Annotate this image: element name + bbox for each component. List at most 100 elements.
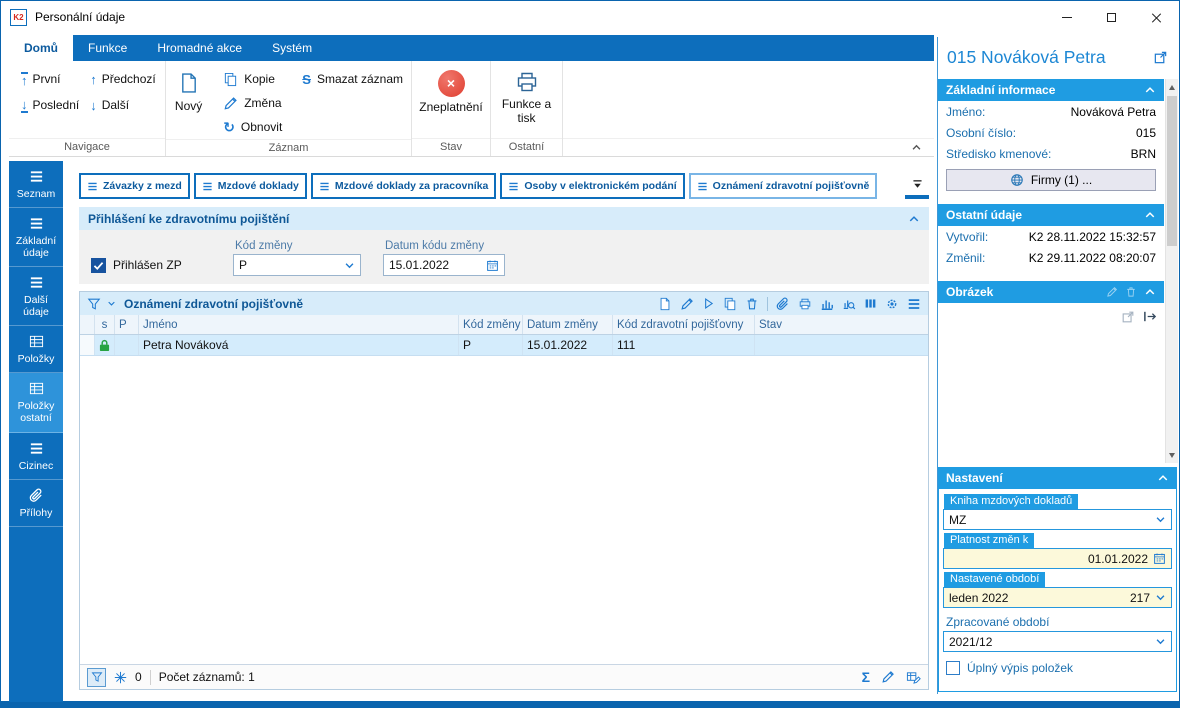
close-icon: [1151, 12, 1162, 23]
first-record-button[interactable]: ↑ První: [18, 67, 82, 91]
field-value: Nováková Petra: [1070, 104, 1156, 119]
chart-icon[interactable]: [820, 297, 834, 311]
next-record-button[interactable]: ↓ Další: [87, 93, 159, 117]
chart-search-icon[interactable]: [842, 297, 856, 311]
last-record-button[interactable]: ↓ Poslední: [18, 93, 82, 117]
toolbar-separator: [767, 296, 768, 311]
panel-scrollbar[interactable]: [1165, 79, 1178, 463]
change-record-button[interactable]: Změna: [219, 91, 286, 115]
settings-title: Nastavení: [946, 471, 1003, 485]
period-value: leden 2022: [949, 590, 1009, 605]
collapse-ribbon-button[interactable]: [911, 142, 922, 153]
record-count-label: Počet záznamů: 1: [158, 670, 255, 684]
column-header-p[interactable]: P: [115, 315, 139, 334]
new-row-icon[interactable]: [658, 297, 672, 311]
sum-icon[interactable]: Σ: [862, 670, 870, 684]
ribbon-tab-funkce[interactable]: Funkce: [73, 35, 142, 61]
processed-period-value: 2021/12: [949, 634, 993, 649]
invalidate-button[interactable]: × Zneplatnění: [419, 67, 483, 138]
collapse-section-button[interactable]: [1144, 209, 1156, 221]
field-row: Změnil: K2 29.11.2022 08:20:07: [938, 247, 1164, 268]
delete-record-icon: S: [302, 71, 311, 87]
scroll-up-arrow[interactable]: [1166, 80, 1178, 94]
copy-record-button[interactable]: Kopie: [219, 67, 286, 91]
run-icon[interactable]: [702, 297, 715, 310]
column-header-datum-zmeny[interactable]: Datum změny: [523, 315, 613, 334]
kod-zmeny-value: P: [239, 258, 248, 272]
sidebar-item-label: Položky: [17, 353, 55, 366]
sidebar-item-prilohy[interactable]: Přílohy: [9, 480, 63, 527]
row-selector[interactable]: [80, 335, 95, 355]
previous-record-button[interactable]: ↑ Předchozí: [87, 67, 159, 91]
column-header-kod-zmeny[interactable]: Kód změny: [459, 315, 523, 334]
columns-icon[interactable]: [864, 297, 877, 310]
functions-print-button[interactable]: Funkce a tisk: [498, 67, 556, 138]
datum-kodu-zmeny-input[interactable]: 15.01.2022: [383, 254, 505, 276]
sidebar-item-dalsi-udaje[interactable]: Další údaje: [9, 267, 63, 327]
firms-button[interactable]: Firmy (1) ...: [946, 169, 1156, 191]
edit-icon[interactable]: [881, 670, 895, 684]
collapse-section-button[interactable]: [1144, 84, 1156, 96]
left-sidebar: Seznam Základní údaje Další údaje Položk…: [9, 161, 63, 702]
book-select[interactable]: MZ: [943, 509, 1172, 530]
ribbon-tab-domu[interactable]: Domů: [9, 35, 73, 61]
validity-date-input[interactable]: 01.01.2022: [943, 548, 1172, 569]
table-row[interactable]: Petra Nováková P 15.01.2022 111: [80, 335, 928, 356]
maximize-button[interactable]: [1089, 1, 1134, 33]
period-select[interactable]: leden 2022 217: [943, 587, 1172, 608]
fit-picture-icon[interactable]: [1143, 309, 1158, 324]
sidebar-item-seznam[interactable]: Seznam: [9, 161, 63, 209]
conditions-icon[interactable]: [114, 671, 127, 684]
sidebar-item-polozky[interactable]: Položky: [9, 326, 63, 374]
attachment-icon[interactable]: [776, 297, 790, 311]
delete-row-icon[interactable]: [745, 297, 759, 311]
sidebar-item-cizinec[interactable]: Cizinec: [9, 433, 63, 480]
sidebar-item-zakladni-udaje[interactable]: Základní údaje: [9, 208, 63, 268]
open-picture-icon[interactable]: [1121, 310, 1135, 324]
window-title: Personální údaje: [35, 10, 126, 24]
filter-icon: [91, 671, 103, 683]
prihlasen-zp-checkbox[interactable]: [91, 257, 106, 273]
settings-gear-icon[interactable]: [885, 297, 899, 311]
scroll-down-arrow[interactable]: [1166, 448, 1178, 462]
collapse-section-button[interactable]: [908, 213, 920, 225]
datum-kodu-zmeny-label: Datum kódu změny: [385, 240, 485, 252]
filter-icon[interactable]: [87, 297, 101, 311]
sidebar-item-label: Seznam: [16, 188, 56, 200]
ribbon-tab-hromadne-akce[interactable]: Hromadné akce: [142, 35, 257, 61]
remove-picture-icon[interactable]: [1125, 286, 1137, 298]
processed-period-select[interactable]: 2021/12: [943, 631, 1172, 652]
edit-row-icon[interactable]: [680, 297, 694, 311]
full-list-checkbox[interactable]: [946, 661, 960, 675]
column-header-kod-pojistovny[interactable]: Kód zdravotní pojišťovny: [613, 315, 755, 334]
kod-zmeny-select[interactable]: P: [233, 254, 361, 276]
scrollbar-thumb[interactable]: [1167, 96, 1177, 246]
tab-osoby-v-elektronickem-podani[interactable]: Osoby v elektronickém podání: [500, 173, 685, 199]
tab-mzdove-doklady[interactable]: Mzdové doklady: [193, 173, 307, 199]
collapse-section-button[interactable]: [1144, 286, 1156, 298]
filter-toggle-button[interactable]: [87, 667, 106, 687]
ribbon-tab-system[interactable]: Systém: [257, 35, 327, 61]
print-icon[interactable]: [798, 297, 812, 311]
tab-zavazky-z-mezd[interactable]: Závazky z mezd: [79, 173, 190, 199]
tab-mzdove-doklady-za-pracovnika[interactable]: Mzdové doklady za pracovníka: [310, 173, 497, 199]
collapse-section-button[interactable]: [1157, 472, 1169, 484]
delete-record-button[interactable]: S Smazat záznam: [298, 67, 407, 91]
edit-picture-icon[interactable]: [1106, 286, 1118, 298]
bulk-edit-icon[interactable]: [906, 670, 921, 685]
chevron-down-icon[interactable]: [107, 299, 116, 308]
ribbon-group-record: Nový Kopie Změna ↻ Obnovit S Smazat zázn…: [166, 61, 412, 156]
sidebar-item-polozky-ostatni[interactable]: Položky ostatní: [9, 373, 63, 433]
menu-icon[interactable]: [907, 297, 921, 311]
column-header-jmeno[interactable]: Jméno: [139, 315, 459, 334]
minimize-button[interactable]: [1044, 1, 1089, 33]
new-record-button[interactable]: Nový: [170, 67, 207, 139]
tab-overflow-button[interactable]: [905, 173, 929, 199]
close-button[interactable]: [1134, 1, 1179, 33]
tab-oznameni-zdravotni-pojistovne[interactable]: Oznámení zdravotní pojišťovně: [688, 173, 878, 199]
open-external-icon[interactable]: [1153, 50, 1168, 65]
column-header-s[interactable]: s: [95, 315, 115, 334]
copy-row-icon[interactable]: [723, 297, 737, 311]
column-header-stav[interactable]: Stav: [755, 315, 928, 334]
refresh-button[interactable]: ↻ Obnovit: [219, 115, 286, 139]
